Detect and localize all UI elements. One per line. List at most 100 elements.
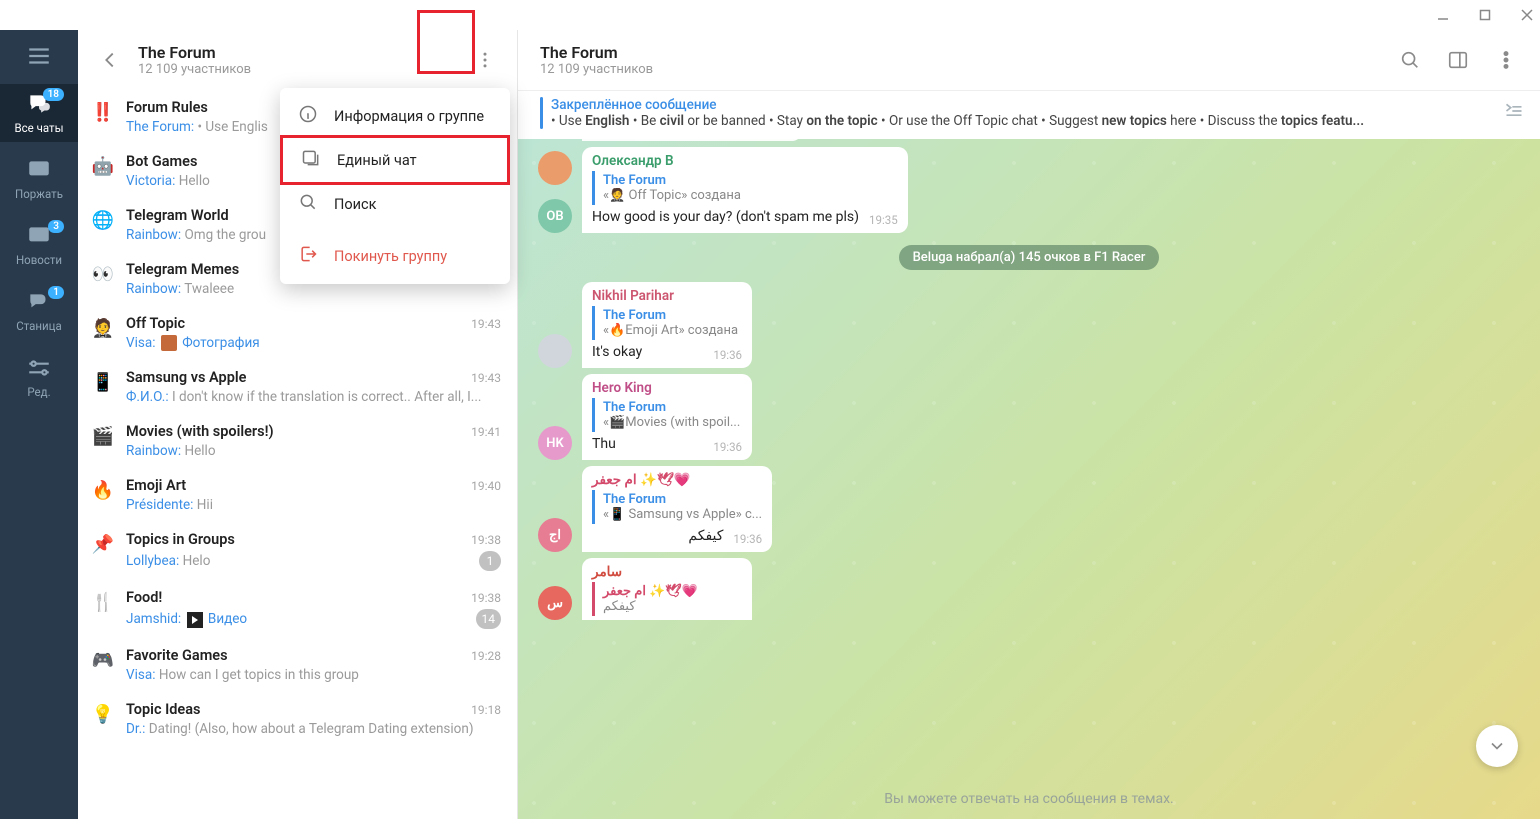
avatar[interactable]: اج <box>538 518 572 552</box>
message-row[interactable]: اجام جعفر ✨🕊💗The Forum«📱 Samsung vs Appl… <box>538 466 1520 552</box>
message-text: كيفكم19:36 <box>592 528 762 544</box>
context-menu[interactable]: Информация о группеЕдиный чатПоиск Покину… <box>280 88 510 284</box>
topic-time: 19:18 <box>471 703 501 717</box>
topic-icon: 📌 <box>92 533 114 555</box>
chat-list-header: The Forum 12 109 участников <box>78 30 517 90</box>
reply-title: ام جعفر ✨🕊💗 <box>603 584 742 599</box>
menu-leave[interactable]: Покинуть группу <box>280 234 510 278</box>
topic-time: 19:43 <box>471 317 501 331</box>
message-area[interactable]: ОВОлександр ВThe Forum«🤵 Off Topic» созд… <box>518 139 1540 819</box>
chat-title[interactable]: The Forum <box>540 43 653 62</box>
avatar[interactable] <box>538 334 572 368</box>
topic-sender: Visa: <box>126 335 155 351</box>
leave-icon <box>298 244 318 268</box>
topic-row[interactable]: 🔥Emoji Art19:40Présidente: Hii <box>78 468 517 522</box>
reply-text: «🤵 Off Topic» создана <box>603 188 863 203</box>
topic-preview: Hello <box>175 173 209 189</box>
menu-search[interactable]: Поиск <box>280 182 510 226</box>
message-row[interactable]: Nikhil Parihar The Forum«🔥Emoji Art» созд… <box>538 282 1520 368</box>
topic-sender: Ф.И.О.: <box>126 389 169 405</box>
message-time: 19:35 <box>869 213 898 227</box>
topic-row[interactable]: 💡Topic Ideas19:18Dr.: Dating! (Also, how… <box>78 692 517 746</box>
avatar[interactable]: س <box>538 586 572 620</box>
message-time: 19:36 <box>713 440 742 454</box>
unread-badge: 14 <box>476 609 502 629</box>
topic-preview: Hii <box>193 497 213 513</box>
reply-text: «📱 Samsung vs Apple» с... <box>603 507 762 522</box>
topic-sender: Rainbow: <box>126 227 181 243</box>
topic-name: Food! <box>126 589 162 606</box>
window-maximize[interactable] <box>1478 8 1492 22</box>
topic-sender: Victoria: <box>126 173 175 189</box>
scroll-down-button[interactable] <box>1476 725 1518 767</box>
service-message[interactable]: Beluga набрал(а) 145 очков в F1 Racer <box>899 245 1160 270</box>
rail-item-page[interactable]: Станица1 <box>0 282 78 340</box>
sidepanel-icon[interactable] <box>1440 42 1476 78</box>
message-row[interactable]: HKHero KingThe Forum«🎬Movies (with spoil… <box>538 374 1520 460</box>
message-text: How good is your day? (don't spam me pls… <box>592 209 898 225</box>
more-icon[interactable] <box>1488 42 1524 78</box>
topic-name: Topic Ideas <box>126 701 200 718</box>
topic-name: Telegram Memes <box>126 261 239 278</box>
info-icon <box>298 104 318 128</box>
topic-icon: 🎬 <box>92 425 114 447</box>
folder-rail: Все чаты18 Поржать Новости3 Станица1 Ред. <box>0 30 78 819</box>
rail-item-edit[interactable]: Ред. <box>0 348 78 406</box>
chat-panel: The Forum 12 109 участников Закреплённое… <box>518 30 1540 819</box>
avatar[interactable]: ОВ <box>538 199 572 233</box>
topic-sender: The Forum: <box>126 119 194 135</box>
reply-text: «🎬Movies (with spoil... <box>603 415 742 430</box>
menu-single[interactable]: Единый чат <box>280 135 510 185</box>
message-time: 19:36 <box>733 532 762 546</box>
message-author[interactable]: ام جعفر ✨🕊💗 <box>592 472 762 488</box>
message-author[interactable]: Олександр В <box>592 153 898 169</box>
window-close[interactable] <box>1520 8 1534 22</box>
message-row[interactable]: سسامرام جعفر ✨🕊💗كيفكم <box>538 558 1520 620</box>
topic-name: Emoji Art <box>126 477 186 494</box>
topic-row[interactable]: 🎮Favorite Games19:28Visa: How can I get … <box>78 638 517 692</box>
message-text: It's okay19:36 <box>592 344 742 360</box>
reply-hint: Вы можете отвечать на сообщения в темах. <box>518 791 1540 807</box>
pin-list-icon[interactable] <box>1504 101 1524 125</box>
reply-text: «🔥Emoji Art» создана <box>603 323 742 338</box>
reply-title: The Forum <box>603 173 898 188</box>
topic-icon: 👀 <box>92 263 114 285</box>
topic-preview: How can I get topics in this group <box>155 667 358 683</box>
menu-info[interactable]: Информация о группе <box>280 94 510 138</box>
topic-row[interactable]: 🍴Food!19:38Jamshid: Видео14 <box>78 580 517 638</box>
rail-item-news[interactable]: Новости3 <box>0 216 78 274</box>
topic-sender: Présidente: <box>126 497 193 513</box>
topic-row[interactable]: 🎬Movies (with spoilers!)19:41Rainbow: He… <box>78 414 517 468</box>
avatar[interactable]: HK <box>538 426 572 460</box>
rail-item-menu[interactable] <box>0 36 78 76</box>
topic-icon: 💡 <box>92 703 114 725</box>
topic-row[interactable]: 🤵Off Topic19:43Visa: Фотография <box>78 306 517 360</box>
menu-label: Покинуть группу <box>334 248 447 265</box>
topic-name: Bot Games <box>126 153 197 170</box>
back-button[interactable] <box>92 42 128 78</box>
unread-badge: 1 <box>479 551 501 571</box>
pinned-message[interactable]: Закреплённое сообщение • Use English • B… <box>518 90 1540 139</box>
topic-name: Telegram World <box>126 207 229 224</box>
window-minimize[interactable] <box>1436 8 1450 22</box>
more-button-left[interactable] <box>467 42 503 78</box>
topic-preview: Twaleee <box>181 281 234 297</box>
message-author[interactable]: سامر <box>592 564 742 580</box>
rail-item-fun[interactable]: Поржать <box>0 150 78 208</box>
rail-item-all[interactable]: Все чаты18 <box>0 84 78 142</box>
pinned-text: • Use English • Be civil or be banned • … <box>551 113 1486 129</box>
chat-subtitle: 12 109 участников <box>540 62 653 77</box>
reply-title: The Forum <box>603 308 742 323</box>
topic-sender: Dr.: <box>126 721 145 737</box>
message-row[interactable]: ОВ Олександр В The Forum«🤵 Off Topic» созд… <box>538 147 1520 233</box>
topic-row[interactable]: 📌Topics in Groups19:38Lollybea: Helo1 <box>78 522 517 580</box>
topic-name: Forum Rules <box>126 99 208 116</box>
message-author[interactable]: Hero King <box>592 380 742 396</box>
topic-sender: Lollybea: <box>126 553 179 569</box>
message-author[interactable]: Nikhil Parihar <box>592 288 742 304</box>
topic-name: Topics in Groups <box>126 531 235 548</box>
search-icon[interactable] <box>1392 42 1428 78</box>
window-titlebar <box>0 0 1540 30</box>
topic-name: Movies (with spoilers!) <box>126 423 274 440</box>
topic-row[interactable]: 📱Samsung vs Apple19:43Ф.И.О.: I don't kn… <box>78 360 517 414</box>
